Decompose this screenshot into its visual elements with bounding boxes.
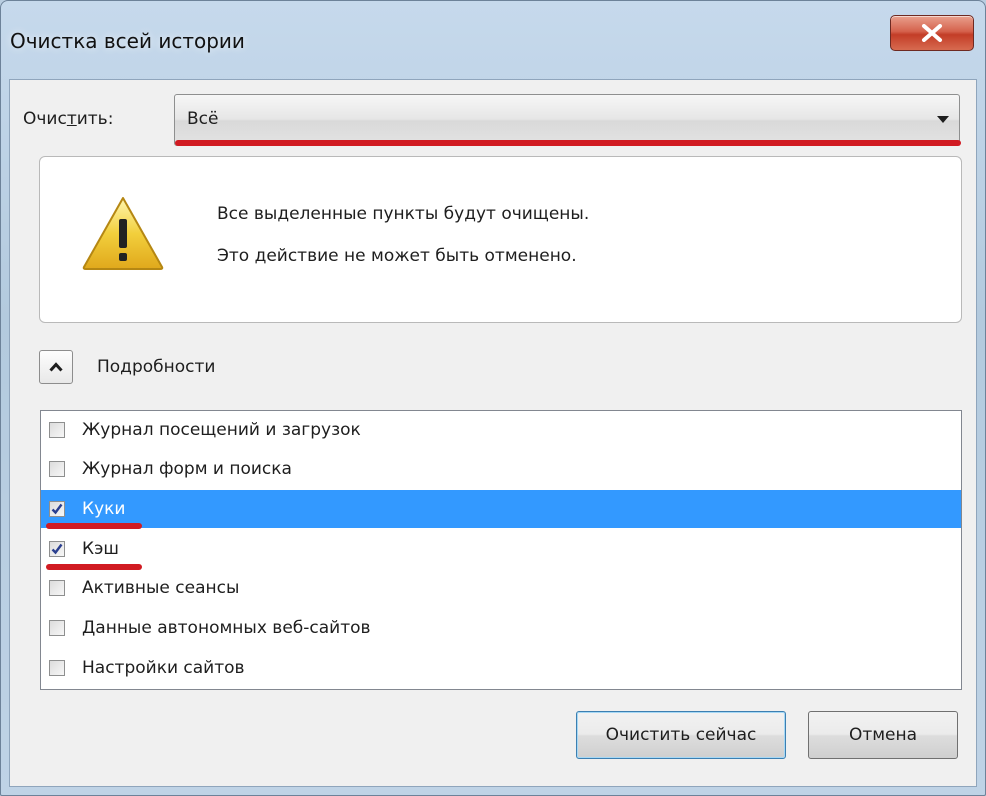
dialog-content: Очистить: Всё Все выделенные пункты буду… [9,79,977,787]
warning-text-line2: Это действие не может быть отменено. [217,246,577,266]
list-item-label: Данные автономных веб-сайтов [82,618,371,638]
dropdown-arrow-icon [937,116,949,123]
list-item-offline-data[interactable]: Данные автономных веб-сайтов [41,609,961,647]
list-item-sessions[interactable]: Активные сеансы [41,569,961,607]
clear-range-label: Очистить: [23,109,114,129]
chevron-up-icon [49,362,63,372]
list-item-label: Кэш [82,539,119,559]
checkbox-forms[interactable] [49,461,65,477]
history-items-list: Журнал посещений и загрузок Журнал форм … [40,410,962,690]
details-toggle-button[interactable] [39,350,73,384]
checkbox-site-settings[interactable] [49,660,65,676]
list-item-label: Журнал форм и поиска [82,459,292,479]
clear-now-button[interactable]: Очистить сейчас [576,711,786,759]
checkbox-sessions[interactable] [49,580,65,596]
title-bar[interactable]: Очистка всей истории [1,1,985,79]
list-item-site-settings[interactable]: Настройки сайтов [41,649,961,687]
checkbox-offline-data[interactable] [49,620,65,636]
clear-range-value: Всё [187,109,219,129]
warning-panel: Все выделенные пункты будут очищены. Это… [39,156,962,323]
checkmark-icon [51,543,63,555]
list-item-label: Куки [82,499,126,519]
annotation-underline-cookies [46,523,142,529]
warning-icon [82,197,164,270]
close-button[interactable] [890,15,974,51]
cancel-button[interactable]: Отмена [808,711,958,759]
list-item-cookies[interactable]: Куки [41,490,961,528]
window-title: Очистка всей истории [10,29,245,53]
details-label: Подробности [97,357,216,377]
checkmark-icon [51,503,63,515]
close-icon [922,24,942,42]
list-item-history[interactable]: Журнал посещений и загрузок [41,411,961,449]
list-item-cache[interactable]: Кэш [41,530,961,568]
warning-text-line1: Все выделенные пункты будут очищены. [217,204,590,224]
list-item-forms[interactable]: Журнал форм и поиска [41,450,961,488]
list-item-label: Настройки сайтов [82,658,245,678]
list-item-label: Активные сеансы [82,578,240,598]
annotation-underline-cache [46,564,142,570]
list-item-label: Журнал посещений и загрузок [82,420,361,440]
checkbox-cookies[interactable] [49,501,65,517]
checkbox-history[interactable] [49,422,65,438]
clear-range-select[interactable]: Всё [174,94,960,146]
annotation-underline-select [175,140,961,146]
checkbox-cache[interactable] [49,541,65,557]
dialog-window: Очистка всей истории Очистить: Всё Все в… [0,0,986,796]
